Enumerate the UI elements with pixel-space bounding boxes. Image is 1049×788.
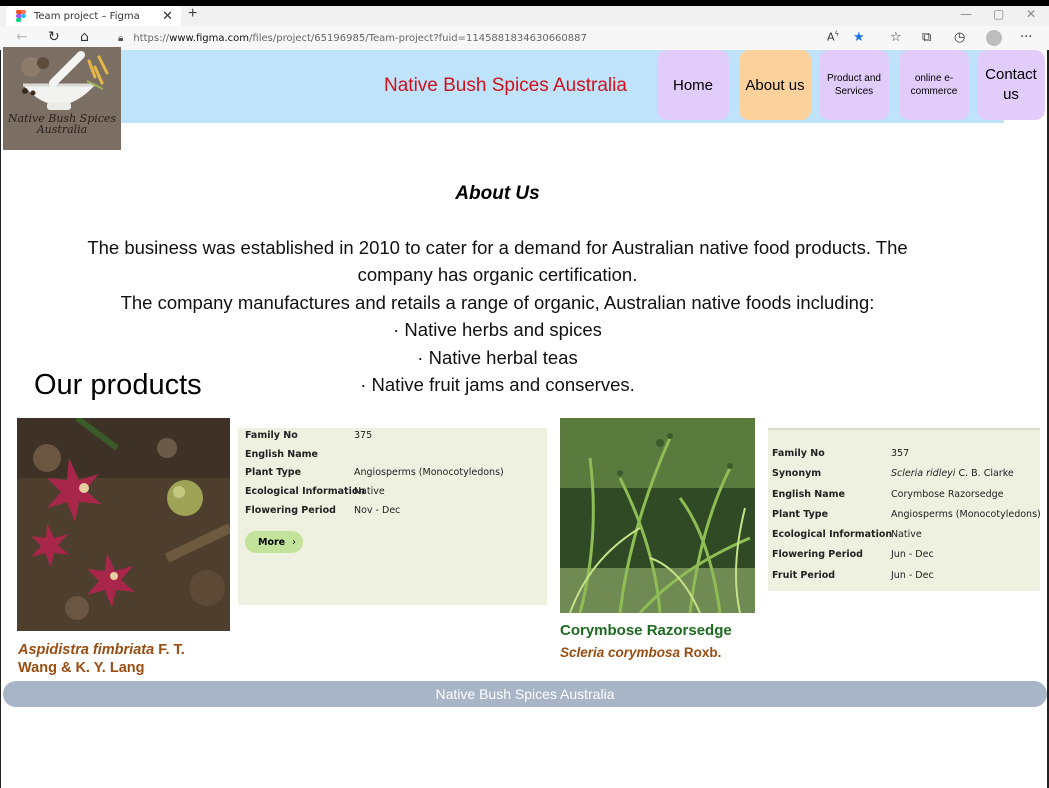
product2-label-flowering: Flowering Period: [772, 549, 863, 560]
home-icon[interactable]: ⌂: [80, 29, 89, 45]
profile-icon[interactable]: [986, 30, 1002, 46]
site-footer: Native Bush Spices Australia: [3, 681, 1047, 707]
footer-text: Native Bush Spices Australia: [435, 686, 615, 702]
browser-tab[interactable]: Team project – Figma ✕: [6, 6, 181, 26]
nav-home-button[interactable]: Home: [657, 50, 729, 120]
favorite-star-icon[interactable]: ★: [853, 30, 865, 45]
product2-label-family: Family No: [772, 448, 825, 459]
product2-photo: [560, 418, 755, 613]
history-icon[interactable]: ◷: [954, 30, 965, 45]
product1-more-button[interactable]: More ›: [245, 531, 303, 553]
product1-label-english: English Name: [245, 449, 318, 460]
tab-title: Team project – Figma: [34, 10, 140, 22]
product1-label-flowering: Flowering Period: [245, 505, 336, 516]
product1-photo: [17, 418, 230, 631]
product2-scientific-name: Scleria corymbosa Roxb.: [560, 645, 722, 660]
minimize-icon[interactable]: —: [960, 7, 972, 21]
about-paragraph-line: The company manufactures and retails a r…: [120, 292, 875, 313]
about-paragraph-line: The business was established in 2010 to …: [87, 237, 908, 258]
about-paragraph-line: company has organic certification.: [357, 264, 638, 285]
logo-caption: Native Bush Spices Australia: [7, 112, 117, 136]
back-icon[interactable]: ←: [16, 29, 28, 45]
site-logo[interactable]: Native Bush Spices Australia: [3, 47, 121, 150]
product2-value-synonym: Scleria ridleyi C. B. Clarke: [891, 468, 1014, 479]
product2-common-name: Corymbose Razorsedge: [560, 622, 732, 639]
product1-label-family: Family No: [245, 430, 298, 441]
close-window-icon[interactable]: ✕: [1026, 7, 1036, 21]
url-path: /files/project/65196985/Team-project?fui…: [249, 32, 587, 44]
url-field[interactable]: 🔒︎ https://www.figma.com/files/project/6…: [110, 28, 880, 48]
product2-label-synonym: Synonym: [772, 468, 822, 479]
site-title: Native Bush Spices Australia: [384, 75, 627, 96]
product1-scientific-name: Aspidistra fimbriata F. T. Wang & K. Y. …: [18, 642, 185, 676]
nav-products-button[interactable]: Product and Services: [819, 50, 889, 120]
nav-contact-button[interactable]: Contact us: [977, 50, 1045, 120]
about-list-item: · Native herbal teas: [417, 347, 578, 368]
product2-value-family: 357: [891, 448, 910, 459]
product2-value-english: Corymbose Razorsedge: [891, 489, 1004, 500]
product1-label-plant: Plant Type: [245, 467, 302, 478]
url-prefix: https://: [133, 32, 170, 44]
more-icon[interactable]: ···: [1020, 30, 1032, 45]
about-title: About Us: [455, 183, 540, 204]
refresh-icon[interactable]: ↻: [48, 29, 60, 45]
product1-value-family: 375: [354, 430, 373, 441]
product2-label-eco: Ecological Information: [772, 529, 893, 540]
product2-value-plant: Angiosperms (Monocotyledons): [891, 509, 1041, 520]
products-heading: Our products: [34, 369, 202, 401]
product2-value-eco: Native: [891, 529, 922, 540]
product1-value-plant: Angiosperms (Monocotyledons): [354, 467, 504, 478]
read-aloud-icon[interactable]: Aϟ: [827, 30, 839, 44]
product1-label-eco: Ecological Information: [245, 486, 366, 497]
browser-tab-bar: Team project – Figma ✕ + — ▢ ✕: [0, 5, 1049, 26]
new-tab-icon[interactable]: +: [188, 5, 197, 23]
product1-value-flowering: Nov - Dec: [354, 505, 401, 516]
product2-label-fruit: Fruit Period: [772, 570, 836, 581]
favorites-icon[interactable]: ☆: [890, 30, 902, 45]
product1-value-eco: Native: [354, 486, 385, 497]
maximize-icon[interactable]: ▢: [993, 7, 1004, 21]
lock-icon: 🔒︎: [118, 32, 124, 44]
url-host: www.figma.com: [169, 32, 250, 44]
product2-label-english: English Name: [772, 489, 845, 500]
collections-icon[interactable]: ⧉: [922, 30, 931, 45]
frame-border-left: [0, 50, 1, 788]
browser-address-bar: ← ↻ ⌂ 🔒︎ https://www.figma.com/files/pro…: [0, 26, 1049, 50]
product2-value-fruit: Jun - Dec: [891, 570, 934, 581]
nav-about-button[interactable]: About us: [739, 50, 811, 120]
about-list-item: · Native herbs and spices: [393, 319, 602, 340]
product2-value-flowering: Jun - Dec: [891, 549, 934, 560]
figma-icon: [16, 10, 26, 22]
nav-ecommerce-button[interactable]: online e-commerce: [899, 50, 969, 120]
chevron-right-icon: ›: [292, 536, 296, 548]
close-tab-icon[interactable]: ✕: [162, 8, 173, 24]
product2-label-plant: Plant Type: [772, 509, 829, 520]
